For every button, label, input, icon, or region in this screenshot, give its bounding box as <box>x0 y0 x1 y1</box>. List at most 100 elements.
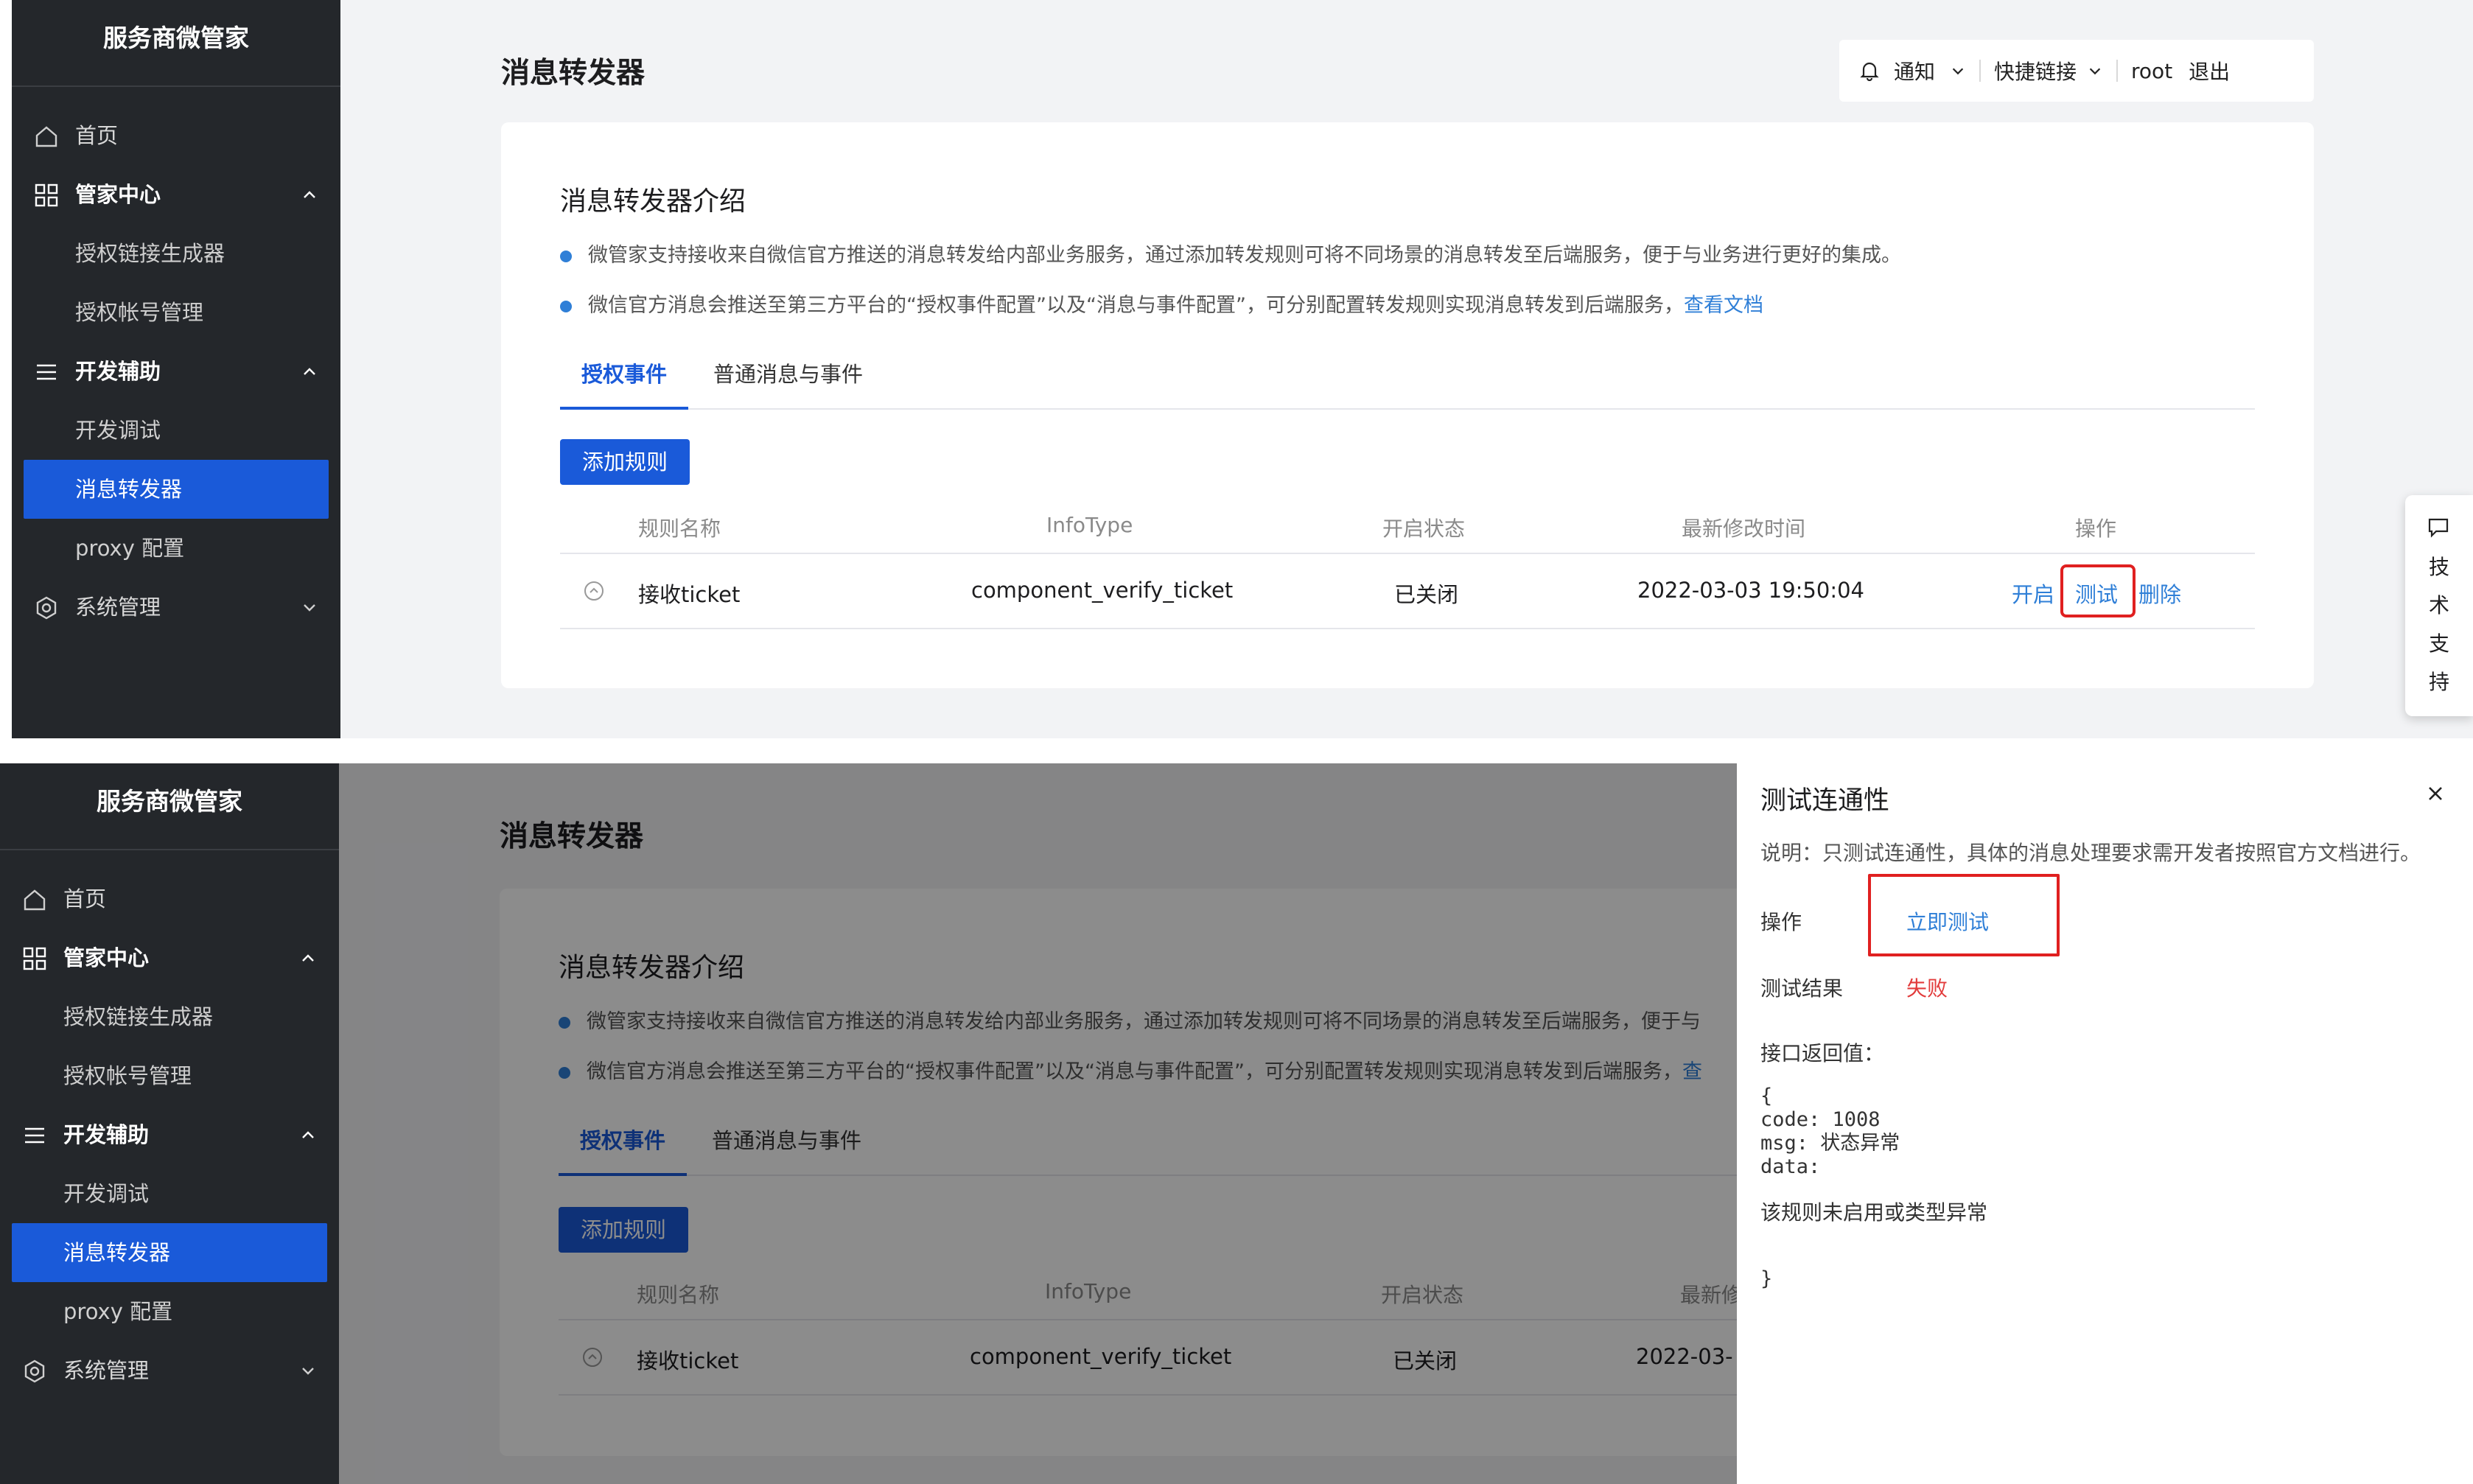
bullet-dot <box>560 300 572 312</box>
sidebar-item-dev-assist[interactable]: 开发辅助 <box>0 1105 339 1164</box>
sidebar-item-label: 授权帐号管理 <box>63 1063 192 1088</box>
settings-icon <box>36 596 57 620</box>
sidebar-item-label: 首页 <box>75 123 119 148</box>
chevron-down-icon <box>304 604 315 612</box>
page-title: 消息转发器 <box>501 57 646 90</box>
chevron-down-icon <box>302 1368 314 1375</box>
return-value-label: 接口返回值： <box>1760 1041 1885 1065</box>
bullet-dot <box>560 250 572 262</box>
tech-support-button[interactable]: 技 术 支 持 <box>2405 495 2473 716</box>
tab-normal-messages[interactable]: 普通消息与事件 <box>713 342 863 407</box>
support-char: 技 <box>2428 555 2449 579</box>
sidebar-item-label: proxy 配置 <box>75 536 185 561</box>
sidebar-item-label: proxy 配置 <box>63 1299 173 1324</box>
sidebar-item-dev-assist[interactable]: 开发辅助 <box>12 342 340 401</box>
highlight-box <box>1868 874 2060 956</box>
bullet-text: 微管家支持接收来自微信官方推送的消息转发给内部业务服务，通过添加转发规则可将不同… <box>588 244 1901 267</box>
bullet-text: 微信官方消息会推送至第三方平台的“授权事件配置”以及“消息与事件配置”，可分别配… <box>588 294 1684 317</box>
return-code-block: { code: 1008 msg: 状态异常 data: <box>1760 1085 1900 1178</box>
sidebar-item-label: 系统管理 <box>75 595 161 620</box>
sidebar-item-manager-center[interactable]: 管家中心 <box>12 165 340 224</box>
add-rule-button[interactable]: 添加规则 <box>560 439 690 485</box>
grid-icon <box>23 947 46 970</box>
sidebar-item-label: 开发辅助 <box>63 1122 150 1147</box>
sidebar: 服务商微管家 首页 管家中心 授权链接生成器 授权帐号管理 开发辅助 开发调试 … <box>12 0 340 738</box>
top-toolbar: 通知 快捷链接 root 退出 <box>1839 40 2314 102</box>
sidebar-item-label: 开发辅助 <box>75 359 161 384</box>
table-divider <box>560 553 2255 554</box>
rule-name-cell: 接收ticket <box>638 582 741 607</box>
intro-bullet: 微信官方消息会推送至第三方平台的“授权事件配置”以及“消息与事件配置”，可分别配… <box>560 289 1763 318</box>
enable-rule-link[interactable]: 开启 <box>2012 578 2054 609</box>
sidebar-item-label: 系统管理 <box>63 1358 150 1383</box>
sidebar-item-manager-center[interactable]: 管家中心 <box>0 928 339 987</box>
sidebar-item-dev-debug[interactable]: 开发调试 <box>12 401 340 460</box>
settings-icon <box>24 1359 45 1383</box>
sidebar-item-auth-link-generator[interactable]: 授权链接生成器 <box>12 224 340 283</box>
sidebar-item-system[interactable]: 系统管理 <box>0 1341 339 1400</box>
infotype-cell: component_verify_ticket <box>971 578 1234 603</box>
tab-bar: 授权事件 普通消息与事件 <box>560 342 2255 410</box>
sidebar-item-label: 消息转发器 <box>63 1240 171 1265</box>
result-value: 失败 <box>1906 976 1948 1001</box>
sidebar-item-dev-debug[interactable]: 开发调试 <box>0 1164 339 1223</box>
intro-bullet: 微管家支持接收来自微信官方推送的消息转发给内部业务服务，通过添加转发规则可将不同… <box>560 239 1901 267</box>
chevron-down-icon <box>2089 68 2101 75</box>
left-margin <box>0 0 12 738</box>
column-header-infotype: InfoType <box>1046 513 1133 537</box>
chevron-up-icon <box>304 368 315 375</box>
sidebar-item-label: 授权链接生成器 <box>63 1004 214 1029</box>
bell-icon <box>1860 62 1879 81</box>
sidebar-item-message-forwarder[interactable]: 消息转发器 <box>24 460 329 519</box>
sidebar-item-label: 首页 <box>63 886 107 911</box>
tab-auth-events[interactable]: 授权事件 <box>560 342 688 410</box>
notify-label: 通知 <box>1894 60 1936 84</box>
return-closing-brace: } <box>1760 1267 1773 1290</box>
view-docs-link[interactable]: 查看文档 <box>1684 294 1763 317</box>
support-char: 支 <box>2428 631 2449 656</box>
expand-row-icon[interactable] <box>584 581 604 601</box>
chevron-down-icon <box>1952 68 1964 75</box>
status-cell: 已关闭 <box>1394 582 1459 607</box>
operation-label: 操作 <box>1760 910 1802 934</box>
drawer-title: 测试连通性 <box>1760 786 1890 816</box>
sidebar: 服务商微管家 首页 管家中心 授权链接生成器 授权帐号管理 开发辅助 开发调试 … <box>0 763 339 1484</box>
sidebar-item-system[interactable]: 系统管理 <box>12 578 340 637</box>
logout-link[interactable]: 退出 <box>2186 56 2243 85</box>
sidebar-item-auth-account[interactable]: 授权帐号管理 <box>12 283 340 342</box>
intro-title: 消息转发器介绍 <box>560 186 746 217</box>
brand-title: 服务商微管家 <box>0 763 339 850</box>
list-icon <box>37 364 56 380</box>
column-header-modified: 最新修改时间 <box>1682 517 1806 541</box>
close-icon[interactable] <box>2427 785 2444 802</box>
drawer-note: 说明：只测试连通性，具体的消息处理要求需开发者按照官方文档进行。 <box>1760 841 2421 865</box>
sidebar-item-label: 管家中心 <box>75 182 161 207</box>
chevron-up-icon <box>302 954 314 962</box>
modified-cell: 2022-03-03 19:50:04 <box>1637 578 1864 603</box>
main-window-with-drawer: 服务商微管家 首页 管家中心 授权链接生成器 授权帐号管理 开发辅助 开发调试 … <box>0 763 2473 1484</box>
sidebar-item-label: 授权链接生成器 <box>75 241 225 266</box>
sidebar-item-label: 管家中心 <box>63 945 150 970</box>
sidebar-item-message-forwarder[interactable]: 消息转发器 <box>12 1223 327 1282</box>
panel-separator <box>0 738 2473 763</box>
brand-title: 服务商微管家 <box>12 0 340 87</box>
table-divider <box>560 628 2255 629</box>
sidebar-item-home[interactable]: 首页 <box>0 869 339 928</box>
support-char: 持 <box>2428 670 2449 694</box>
sidebar-item-proxy-config[interactable]: proxy 配置 <box>0 1282 339 1341</box>
modal-overlay[interactable] <box>339 763 1737 1484</box>
column-header-status: 开启状态 <box>1382 517 1466 541</box>
main-window: 服务商微管家 首页 管家中心 授权链接生成器 授权帐号管理 开发辅助 开发调试 … <box>0 0 2473 738</box>
sidebar-item-label: 授权帐号管理 <box>75 300 204 325</box>
sidebar-item-auth-link-generator[interactable]: 授权链接生成器 <box>0 987 339 1046</box>
quick-links-dropdown[interactable]: 快捷链接 <box>1981 56 2116 85</box>
sidebar-item-proxy-config[interactable]: proxy 配置 <box>12 519 340 578</box>
result-label: 测试结果 <box>1760 976 1844 1001</box>
sidebar-item-label: 消息转发器 <box>75 477 183 502</box>
sidebar-item-auth-account[interactable]: 授权帐号管理 <box>0 1046 339 1105</box>
chevron-up-icon <box>304 191 315 198</box>
sidebar-item-home[interactable]: 首页 <box>12 106 340 165</box>
delete-rule-link[interactable]: 删除 <box>2138 578 2181 609</box>
user-name[interactable]: root <box>2118 59 2186 83</box>
notify-dropdown[interactable]: 通知 <box>1839 56 1979 85</box>
